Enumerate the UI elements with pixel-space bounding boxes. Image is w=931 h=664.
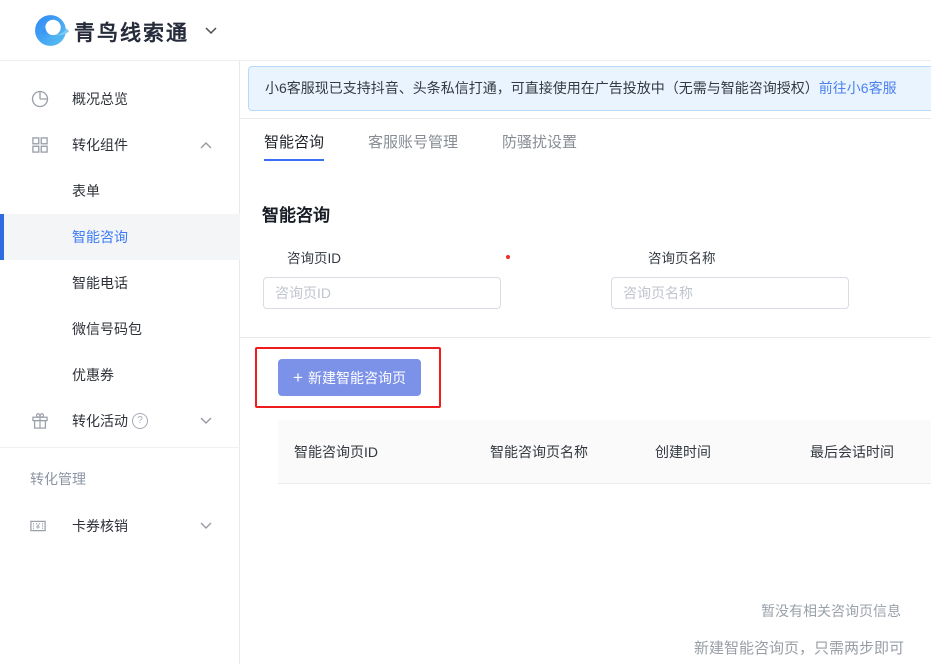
sidebar-item-overview[interactable]: 概况总览 xyxy=(0,76,240,122)
grid-icon xyxy=(30,135,50,155)
section-divider xyxy=(240,337,931,338)
ticket-yuan-icon: ¥ xyxy=(28,516,48,536)
consult-page-name-input[interactable] xyxy=(611,277,849,309)
sidebar-item-label: 卡券核销 xyxy=(72,503,128,549)
filter-label-consult-page-id: 咨询页ID xyxy=(287,247,341,267)
brand-title: 青鸟线索通 xyxy=(74,17,189,47)
table-column-consult-page-id: 智能咨询页ID xyxy=(278,420,474,483)
chevron-up-icon xyxy=(200,141,212,149)
sidebar-item-label: 优惠券 xyxy=(72,352,114,398)
sidebar-nav: 概况总览 转化组件 表单 智能咨询 智能电话 微信号码包 优惠券 转化活动 xyxy=(0,61,240,664)
chevron-down-icon[interactable] xyxy=(205,27,217,35)
sidebar-divider xyxy=(0,447,240,448)
question-circle-icon[interactable]: ? xyxy=(132,413,148,429)
notice-banner: 小6客服现已支持抖音、头条私信打通，可直接使用在广告投放中（无需与智能咨询授权）… xyxy=(248,66,931,111)
filter-label-consult-page-name: 咨询页名称 xyxy=(648,247,716,267)
create-button-label: 新建智能咨询页 xyxy=(308,368,406,388)
create-smart-consult-page-button[interactable]: + 新建智能咨询页 xyxy=(278,359,421,396)
section-divider xyxy=(240,118,931,119)
sidebar-item-smart-phone[interactable]: 智能电话 xyxy=(0,260,240,306)
sidebar-item-coupon[interactable]: 优惠券 xyxy=(0,352,240,398)
sidebar-item-wechat-pack[interactable]: 微信号码包 xyxy=(0,306,240,352)
sidebar-item-components[interactable]: 转化组件 xyxy=(0,122,240,168)
notice-banner-text: 小6客服现已支持抖音、头条私信打通，可直接使用在广告投放中（无需与智能咨询授权） xyxy=(265,80,819,96)
tab-bar: 智能咨询 客服账号管理 防骚扰设置 xyxy=(264,127,577,161)
table-column-last-session-time: 最后会话时间 xyxy=(794,420,931,483)
table-column-created-time: 创建时间 xyxy=(639,420,794,483)
red-dot-marker xyxy=(506,255,510,259)
brand-logo-icon xyxy=(33,12,70,49)
sidebar-item-label: 转化活动 xyxy=(72,398,128,444)
notice-banner-link[interactable]: 前往小6客服 xyxy=(819,80,897,96)
tab-agent-account-management[interactable]: 客服账号管理 xyxy=(368,127,458,161)
tab-smart-consult[interactable]: 智能咨询 xyxy=(264,127,324,161)
empty-state-hint: 新建智能咨询页，只需两步即可 xyxy=(694,637,904,658)
sidebar-item-label: 转化组件 xyxy=(72,122,128,168)
empty-state-message: 暂没有相关咨询页信息 xyxy=(761,601,901,621)
pie-chart-icon xyxy=(30,89,50,109)
page-title: 智能咨询 xyxy=(262,201,330,226)
consult-page-id-input[interactable] xyxy=(263,277,501,309)
sidebar-item-conversion-activity[interactable]: 转化活动 ? xyxy=(0,398,240,444)
table-header-row: 智能咨询页ID 智能咨询页名称 创建时间 最后会话时间 xyxy=(278,420,931,484)
chevron-down-icon xyxy=(200,417,212,425)
sidebar-item-smart-consult[interactable]: 智能咨询 xyxy=(0,214,240,260)
chevron-down-icon xyxy=(200,522,212,530)
top-header: 青鸟线索通 xyxy=(0,0,931,61)
plus-icon: + xyxy=(293,368,303,388)
tab-anti-harassment-settings[interactable]: 防骚扰设置 xyxy=(502,127,577,161)
gift-icon xyxy=(30,411,50,431)
sidebar-item-label: 表单 xyxy=(72,168,100,214)
sidebar-item-label: 微信号码包 xyxy=(72,306,142,352)
sidebar-item-label: 智能电话 xyxy=(72,260,128,306)
sidebar-item-form[interactable]: 表单 xyxy=(0,168,240,214)
sidebar-item-label: 智能咨询 xyxy=(72,214,128,260)
sidebar-item-card-verification[interactable]: ¥ 卡券核销 xyxy=(0,503,240,549)
svg-text:¥: ¥ xyxy=(36,522,41,531)
table-column-consult-page-name: 智能咨询页名称 xyxy=(474,420,639,483)
main-content: 小6客服现已支持抖音、头条私信打通，可直接使用在广告投放中（无需与智能咨询授权）… xyxy=(240,61,931,664)
sidebar-section-label: 转化管理 xyxy=(30,469,86,489)
sidebar-item-label: 概况总览 xyxy=(72,76,128,122)
